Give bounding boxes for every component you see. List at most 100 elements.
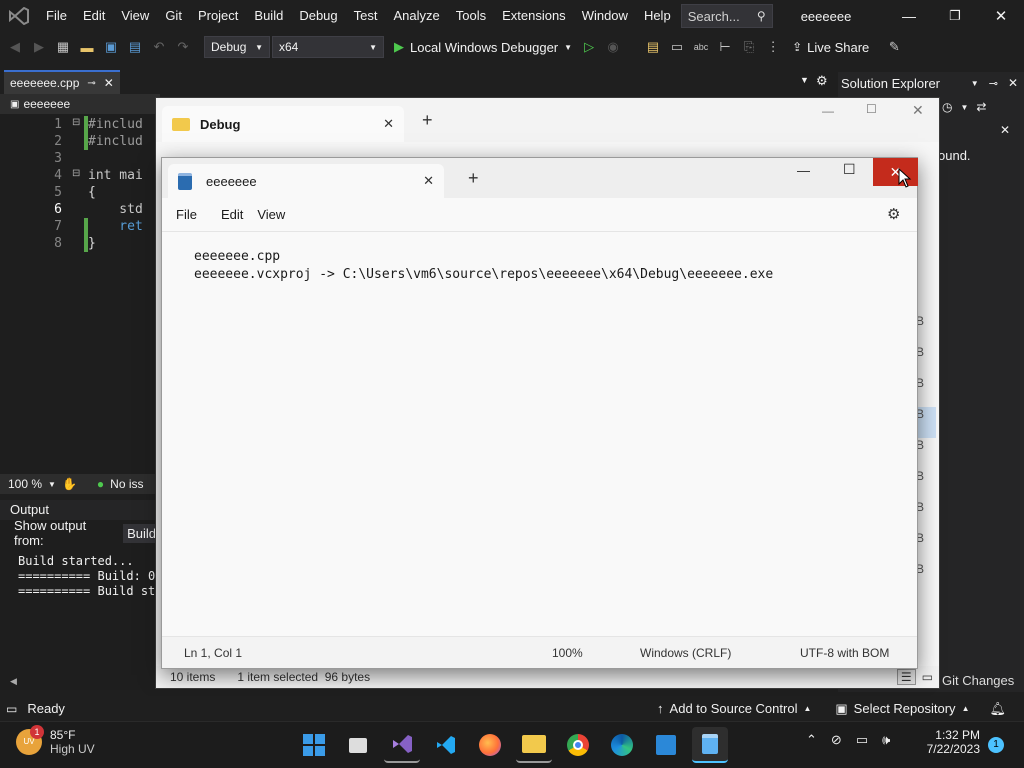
back-icon[interactable]: ◀ — [4, 36, 26, 58]
select-repository-button[interactable]: ▣ Select Repository ▲ — [835, 701, 969, 717]
clock[interactable]: 1:32 PM 7/22/2023 — [924, 728, 980, 756]
pin-icon[interactable]: ⊸ — [989, 77, 998, 90]
history-icon[interactable]: ◷ — [942, 100, 952, 114]
minimize-button[interactable]: — — [797, 163, 810, 178]
close-icon[interactable]: ✕ — [912, 102, 924, 119]
notification-badge[interactable]: 1 — [988, 737, 1004, 753]
copy-icon[interactable]: ⎘ — [738, 36, 760, 58]
overflow-icon[interactable]: ⋮ — [762, 36, 784, 58]
menu-project[interactable]: Project — [190, 0, 246, 32]
run-debugger-button[interactable]: ▶ Local Windows Debugger ▼ — [394, 39, 572, 55]
display-icon[interactable]: ▭ — [856, 732, 868, 748]
close-tab-icon[interactable]: ✕ — [104, 76, 114, 90]
live-share-button[interactable]: ⇪ Live Share — [792, 40, 869, 55]
maximize-button[interactable]: ☐ — [843, 161, 856, 178]
chrome-taskbar-button[interactable] — [560, 727, 596, 763]
settings-gear-icon[interactable]: ⚙ — [887, 205, 900, 223]
folder-view-icon[interactable]: ▤ — [642, 36, 664, 58]
explorer-tab[interactable]: Debug ✕ — [162, 106, 404, 142]
doc-tab-eeeeeee-cpp[interactable]: eeeeeee.cpp ⊸ ✕ — [4, 70, 120, 94]
collapse-icon[interactable]: ⊟ — [72, 168, 80, 179]
code-line: { — [88, 185, 96, 200]
spellcheck-icon[interactable]: abc — [690, 36, 712, 58]
layout-icon[interactable]: ▭ — [666, 36, 688, 58]
chevron-down-icon[interactable]: ▼ — [960, 103, 968, 112]
visual-studio-taskbar-button[interactable] — [384, 727, 420, 763]
line-number: 5 — [54, 185, 62, 200]
tiles-view-icon[interactable]: ▭ — [922, 670, 933, 684]
menu-file[interactable]: File — [176, 207, 207, 222]
close-tab-icon[interactable]: ✕ — [383, 116, 394, 132]
menu-tools[interactable]: Tools — [448, 0, 494, 32]
menu-window[interactable]: Window — [574, 0, 636, 32]
zoom-level[interactable]: 100 % — [8, 477, 42, 491]
menu-debug[interactable]: Debug — [291, 0, 345, 32]
weather-widget[interactable]: UV 1 85°F High UV — [16, 725, 95, 756]
notepad-tab[interactable]: eeeeeee ✕ — [168, 164, 444, 198]
minimize-button[interactable]: — — [886, 8, 932, 24]
new-project-icon[interactable]: ▦ — [52, 36, 74, 58]
menu-build[interactable]: Build — [246, 0, 291, 32]
bookmark-icon[interactable]: ⊢ — [714, 36, 736, 58]
config-dropdown[interactable]: Debug ▼ — [204, 36, 270, 58]
restore-button[interactable]: ❐ — [932, 8, 978, 24]
bell-icon[interactable]: 🔔︎ — [989, 701, 1006, 717]
menu-view[interactable]: View — [113, 0, 157, 32]
vscode-taskbar-button[interactable] — [428, 727, 464, 763]
start-without-debug-icon[interactable]: ▷ — [578, 36, 600, 58]
menu-edit[interactable]: Edit — [75, 0, 113, 32]
sync-icon[interactable]: ⇄ — [976, 100, 986, 114]
menu-git[interactable]: Git — [157, 0, 190, 32]
menu-help[interactable]: Help — [636, 0, 679, 32]
solution-explorer-header: Solution Explorer ▼ ⊸ ✕ — [838, 72, 1024, 94]
save-all-icon[interactable]: ▤ — [124, 36, 146, 58]
menu-edit[interactable]: Edit — [207, 207, 257, 222]
chevron-up-icon[interactable]: ⌃ — [806, 732, 817, 748]
menu-file[interactable]: File — [38, 0, 75, 32]
tab-overflow-icon[interactable]: ▼ — [800, 75, 809, 85]
new-tab-icon[interactable]: + — [468, 168, 479, 189]
pin-icon[interactable]: ⊸ — [87, 78, 95, 89]
store-taskbar-button[interactable] — [648, 727, 684, 763]
feedback-icon[interactable]: ✎ — [883, 36, 905, 58]
store-icon — [656, 735, 676, 755]
settings-gear-icon[interactable]: ⚙ — [816, 73, 828, 89]
task-view-button[interactable] — [340, 727, 376, 763]
hot-reload-icon[interactable]: ◉ — [602, 36, 624, 58]
copilot-icon[interactable]: ✋ — [62, 477, 77, 491]
maximize-icon[interactable]: ☐ — [866, 102, 877, 116]
notepad-taskbar-button[interactable] — [692, 727, 728, 763]
undo-icon[interactable]: ↶ — [148, 36, 170, 58]
scroll-left-icon[interactable]: ◀ — [10, 676, 17, 687]
network-off-icon[interactable]: ⊘ — [831, 732, 842, 748]
open-folder-icon[interactable]: ▬ — [76, 36, 98, 58]
search-box[interactable]: Search... ⚲ — [680, 4, 773, 28]
new-tab-icon[interactable]: + — [422, 110, 433, 131]
close-button[interactable]: ✕ — [978, 7, 1024, 25]
details-view-icon[interactable]: ☰ — [896, 669, 916, 685]
platform-dropdown[interactable]: x64 ▼ — [272, 36, 384, 58]
save-icon[interactable]: ▣ — [100, 36, 122, 58]
start-button[interactable] — [296, 727, 332, 763]
speaker-icon[interactable]: 🕪︎ — [882, 732, 890, 748]
firefox-taskbar-button[interactable] — [472, 727, 508, 763]
notepad-text-area[interactable]: eeeeeee.cpp eeeeeee.vcxproj -> C:\Users\… — [162, 232, 917, 636]
file-explorer-taskbar-button[interactable] — [516, 727, 552, 763]
close-icon[interactable]: ✕ — [1008, 76, 1018, 90]
code-area[interactable]: #includ #includ int mai { std ret } — [88, 116, 143, 252]
menu-analyze[interactable]: Analyze — [385, 0, 447, 32]
collapse-icon[interactable]: ⊟ — [72, 117, 80, 128]
close-search-icon[interactable]: ✕ — [1000, 123, 1010, 137]
minimize-icon[interactable]: — — [822, 104, 834, 118]
menu-test[interactable]: Test — [346, 0, 386, 32]
add-source-control-button[interactable]: ↑ Add to Source Control ▲ — [657, 701, 811, 716]
forward-icon[interactable]: ▶ — [28, 36, 50, 58]
redo-icon[interactable]: ↷ — [172, 36, 194, 58]
menu-view[interactable]: View — [257, 207, 299, 222]
code-editor[interactable]: ▣ eeeeeee 1 2 3 4 5 6 7 8 ⊟ ⊟ #includ #i… — [0, 94, 160, 474]
chevron-down-icon[interactable]: ▼ — [971, 79, 979, 88]
menu-extensions[interactable]: Extensions — [494, 0, 574, 32]
edge-taskbar-button[interactable] — [604, 727, 640, 763]
close-tab-icon[interactable]: ✕ — [423, 173, 434, 189]
git-changes-tab[interactable]: Git Changes — [942, 670, 1014, 690]
